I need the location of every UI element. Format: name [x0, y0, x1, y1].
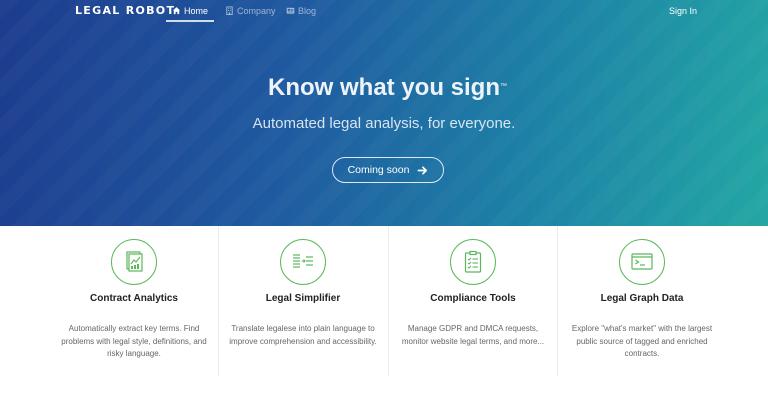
nav-link-blog[interactable]: Blog — [280, 4, 322, 22]
trademark-symbol: ™ — [500, 83, 507, 90]
nav-link-label: Blog — [298, 6, 317, 16]
newspaper-icon — [286, 7, 295, 14]
feature-icon-circle — [111, 239, 157, 285]
hero-subtitle: Automated legal analysis, for everyone. — [252, 115, 516, 132]
feature-description: Automatically extract key terms. Find pr… — [61, 324, 207, 358]
feature-icon-circle — [280, 239, 326, 285]
feature-title: Legal Graph Data — [600, 293, 684, 304]
feature-title: Legal Simplifier — [265, 293, 341, 304]
top-nav: LEGAL ROBOT Home Company Blog Sign In — [0, 0, 768, 22]
feature-title: Compliance Tools — [430, 293, 516, 304]
coming-soon-button[interactable]: Coming soon — [332, 157, 444, 183]
hero-banner: LEGAL ROBOT Home Company Blog Sign In Kn… — [0, 0, 768, 226]
feature-icon-circle — [619, 239, 665, 285]
nav-link-company[interactable]: Company — [219, 4, 282, 22]
sign-in-link[interactable]: Sign In — [669, 6, 697, 16]
coming-soon-label: Coming soon — [347, 164, 410, 176]
feature-icon-circle — [450, 239, 496, 285]
hero-title: Know what you sign — [268, 74, 500, 101]
feature-description: Manage GDPR and DMCA requests, monitor w… — [401, 324, 545, 346]
terminal-window-icon — [631, 253, 653, 270]
features-section: Contract Analytics Automatically extract… — [50, 226, 718, 376]
nav-link-home[interactable]: Home — [166, 4, 215, 22]
nav-link-label: Company — [237, 6, 276, 16]
arrow-right-icon — [417, 165, 428, 175]
feature-description: Translate legalese into plain language t… — [229, 324, 377, 346]
feature-contract-analytics: Contract Analytics Automatically extract… — [50, 226, 218, 376]
feature-legal-graph-data: Legal Graph Data Explore "what's market"… — [557, 226, 725, 376]
feature-title: Contract Analytics — [90, 293, 178, 304]
contract-analytics-icon — [126, 251, 143, 272]
site-logo[interactable]: LEGAL ROBOT — [75, 4, 175, 17]
simplifier-icon — [293, 254, 313, 268]
clipboard-checklist-icon — [464, 250, 482, 273]
home-icon — [172, 7, 181, 15]
feature-description: Explore "what's market" with the largest… — [571, 324, 713, 358]
feature-compliance-tools: Compliance Tools Manage GDPR and DMCA re… — [388, 226, 556, 376]
nav-link-label: Home — [184, 6, 209, 16]
building-icon — [226, 6, 233, 15]
feature-legal-simplifier: Legal Simplifier Translate legalese into… — [218, 226, 386, 376]
